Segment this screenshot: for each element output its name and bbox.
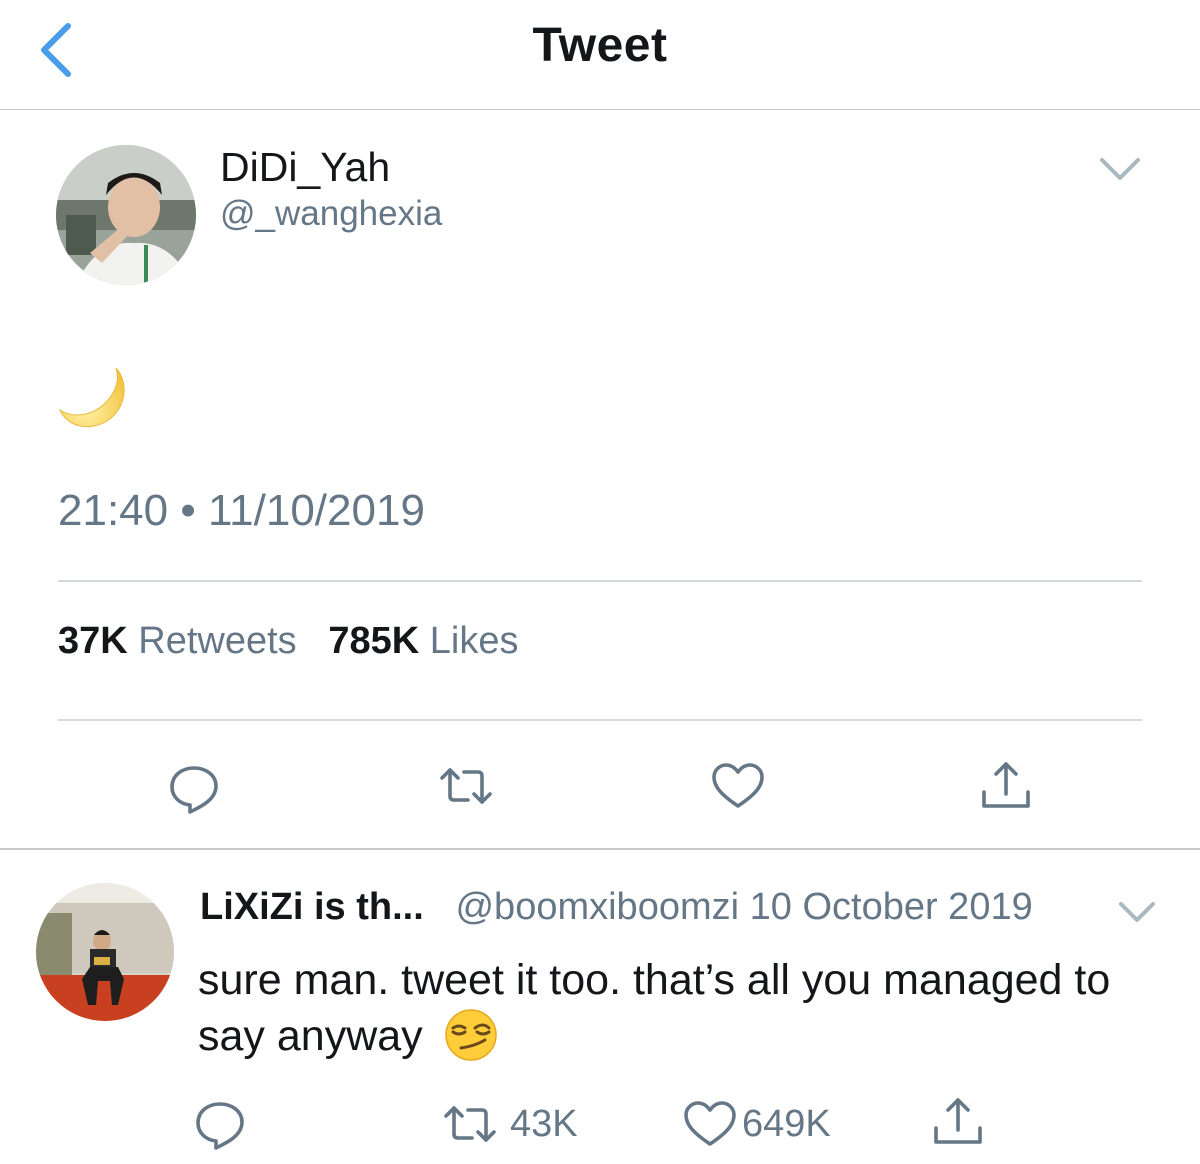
retweet-icon[interactable] — [438, 758, 494, 814]
avatar-photo — [36, 883, 174, 1021]
reply-icon[interactable] — [166, 760, 222, 816]
reply-icon[interactable] — [192, 1096, 248, 1152]
share-icon[interactable] — [978, 758, 1034, 814]
reply-author-name[interactable]: LiXiZi is th... — [200, 886, 424, 928]
reply-text: sure man. tweet it too. that’s all you m… — [198, 952, 1178, 1064]
retweet-count[interactable]: 43K — [510, 1103, 578, 1146]
author-display-name[interactable]: DiDi_Yah — [220, 144, 390, 191]
heart-icon[interactable] — [682, 1096, 738, 1152]
tweet-stats: 37K Retweets 785K Likes — [58, 620, 519, 663]
likes-label[interactable]: Likes — [430, 620, 519, 662]
heart-icon[interactable] — [710, 758, 766, 814]
divider — [58, 580, 1142, 582]
tweet-timestamp[interactable]: 21:40 • 11/10/2019 — [58, 486, 425, 536]
like-count[interactable]: 649K — [742, 1103, 831, 1146]
reply-text-content: sure man. tweet it too. that’s all you m… — [198, 956, 1111, 1060]
likes-count[interactable]: 785K — [328, 620, 419, 662]
retweets-label[interactable]: Retweets — [138, 620, 296, 662]
reply-date[interactable]: 10 October 2019 — [750, 886, 1033, 928]
smirk-emoji — [444, 1009, 497, 1061]
divider — [58, 719, 1142, 721]
divider — [0, 848, 1200, 850]
retweets-count[interactable]: 37K — [58, 620, 128, 662]
page-title: Tweet — [532, 19, 668, 72]
retweet-icon[interactable] — [442, 1096, 498, 1152]
avatar[interactable] — [56, 145, 196, 285]
chevron-down-icon[interactable] — [1116, 898, 1158, 924]
reply-author-handle[interactable]: @boomxiboomzi — [455, 886, 739, 928]
author-handle[interactable]: @_wanghexia — [220, 194, 442, 234]
reply-header: LiXiZi is th... @boomxiboomzi 10 October… — [200, 886, 1033, 929]
avatar-photo — [56, 145, 196, 285]
share-icon[interactable] — [930, 1094, 986, 1150]
crescent-moon-emoji — [58, 367, 125, 428]
avatar[interactable] — [36, 883, 174, 1021]
chevron-down-icon[interactable] — [1096, 152, 1144, 184]
